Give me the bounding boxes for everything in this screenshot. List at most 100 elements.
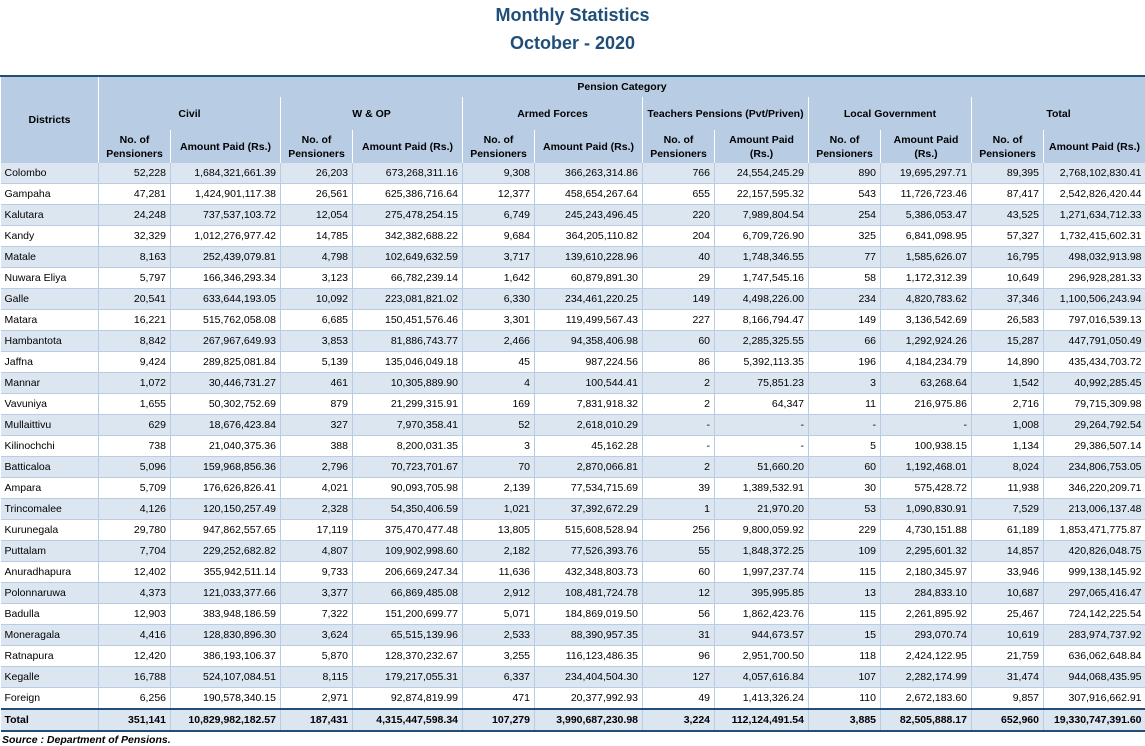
table-cell: 432,348,803.73 <box>535 562 643 583</box>
table-cell: 1,100,506,243.94 <box>1044 289 1145 310</box>
table-row: Colombo52,2281,684,321,661.3926,203673,2… <box>1 163 1145 184</box>
table-cell: - <box>643 415 715 436</box>
table-cell: 30,446,731.27 <box>171 373 281 394</box>
table-row: Kurunegala29,780947,862,557.6517,119375,… <box>1 520 1145 541</box>
table-cell: 252,439,079.81 <box>171 247 281 268</box>
table-cell: 66,869,485.08 <box>353 583 463 604</box>
table-cell: 121,033,377.66 <box>171 583 281 604</box>
table-cell: 7,831,918.32 <box>535 394 643 415</box>
table-cell: 120,150,257.49 <box>171 499 281 520</box>
table-row: Mannar1,07230,446,731.2746110,305,889.90… <box>1 373 1145 394</box>
table-cell: 229 <box>809 520 881 541</box>
subheader-pensioners: No. of Pensioners <box>99 130 171 163</box>
table-cell: 149 <box>643 289 715 310</box>
subheader-amount: Amount Paid (Rs.) <box>1044 130 1145 163</box>
table-cell: 49 <box>643 688 715 710</box>
district-name: Trincomalee <box>1 499 99 520</box>
table-row: Kandy32,3291,012,276,977.4214,785342,382… <box>1 226 1145 247</box>
table-cell: 9,684 <box>463 226 535 247</box>
table-cell: 283,974,737.92 <box>1044 625 1145 646</box>
table-cell: 4,373 <box>99 583 171 604</box>
subheader-amount: Amount Paid (Rs.) <box>881 130 972 163</box>
table-cell: 40,992,285.45 <box>1044 373 1145 394</box>
table-cell: 6,709,726.90 <box>715 226 809 247</box>
total-cell: 351,141 <box>99 709 171 731</box>
table-cell: 88,390,957.35 <box>535 625 643 646</box>
table-cell: 8,163 <box>99 247 171 268</box>
table-cell: 107 <box>809 667 881 688</box>
table-cell: 100,544.41 <box>535 373 643 394</box>
table-cell: 2,768,102,830.41 <box>1044 163 1145 184</box>
table-row: Anuradhapura12,402355,942,511.149,733206… <box>1 562 1145 583</box>
table-cell: 70 <box>463 457 535 478</box>
table-cell: 1,021 <box>463 499 535 520</box>
table-cell: 766 <box>643 163 715 184</box>
total-cell: 107,279 <box>463 709 535 731</box>
table-cell: 2,180,345.97 <box>881 562 972 583</box>
table-footer: Total 351,141 10,829,982,182.57 187,431 … <box>1 709 1145 731</box>
table-cell: 61,189 <box>972 520 1044 541</box>
subheader-amount: Amount Paid (Rs.) <box>535 130 643 163</box>
table-cell: 12,402 <box>99 562 171 583</box>
category-header-w-op: W & OP <box>281 97 463 130</box>
table-cell: 8,842 <box>99 331 171 352</box>
table-cell: 12,054 <box>281 205 353 226</box>
table-cell: 2,533 <box>463 625 535 646</box>
table-cell: 25,467 <box>972 604 1044 625</box>
table-row: Ampara5,709176,626,826.414,02190,093,705… <box>1 478 1145 499</box>
pension-statistics-table: Districts Pension Category Civil W & OP … <box>0 75 1145 732</box>
table-cell: 435,434,703.72 <box>1044 352 1145 373</box>
table-cell: 2,796 <box>281 457 353 478</box>
table-cell: 5,709 <box>99 478 171 499</box>
table-cell: 1,848,372.25 <box>715 541 809 562</box>
table-cell: 11 <box>809 394 881 415</box>
table-cell: 66 <box>809 331 881 352</box>
total-row: Total 351,141 10,829,982,182.57 187,431 … <box>1 709 1145 731</box>
pension-category-header: Pension Category <box>99 76 1145 97</box>
title-spacer <box>0 57 1145 75</box>
table-cell: 13 <box>809 583 881 604</box>
district-name: Gampaha <box>1 184 99 205</box>
table-cell: 10,619 <box>972 625 1044 646</box>
table-cell: 223,081,821.02 <box>353 289 463 310</box>
table-cell: 6,749 <box>463 205 535 226</box>
table-cell: 515,608,528.94 <box>535 520 643 541</box>
table-cell: 375,470,477.48 <box>353 520 463 541</box>
table-cell: 275,478,254.15 <box>353 205 463 226</box>
table-cell: 383,948,186.59 <box>171 604 281 625</box>
table-cell: 30 <box>809 478 881 499</box>
table-cell: 5 <box>809 436 881 457</box>
table-cell: 51,660.20 <box>715 457 809 478</box>
district-name: Anuradhapura <box>1 562 99 583</box>
table-cell: 58 <box>809 268 881 289</box>
table-cell: 3,853 <box>281 331 353 352</box>
table-cell: 108,481,724.78 <box>535 583 643 604</box>
table-cell: 29 <box>643 268 715 289</box>
table-cell: 1,172,312.39 <box>881 268 972 289</box>
table-cell: 1,862,423.76 <box>715 604 809 625</box>
table-cell: 3,717 <box>463 247 535 268</box>
table-cell: 355,942,511.14 <box>171 562 281 583</box>
table-row: Jaffna9,424289,825,081.845,139135,046,04… <box>1 352 1145 373</box>
subheader-pensioners: No. of Pensioners <box>643 130 715 163</box>
table-cell: - <box>643 436 715 457</box>
table-cell: 1,090,830.91 <box>881 499 972 520</box>
table-cell: 2 <box>643 457 715 478</box>
table-cell: 15 <box>809 625 881 646</box>
table-cell: 327 <box>281 415 353 436</box>
table-row: Matara16,221515,762,058.086,685150,451,5… <box>1 310 1145 331</box>
table-cell: 1,642 <box>463 268 535 289</box>
district-name: Kilinochchi <box>1 436 99 457</box>
table-cell: 40 <box>643 247 715 268</box>
district-name: Batticaloa <box>1 457 99 478</box>
table-cell: 81,886,743.77 <box>353 331 463 352</box>
table-cell: 9,424 <box>99 352 171 373</box>
table-cell: 179,217,055.31 <box>353 667 463 688</box>
table-cell: 9,733 <box>281 562 353 583</box>
table-cell: 33,946 <box>972 562 1044 583</box>
table-cell: 633,644,193.05 <box>171 289 281 310</box>
table-cell: 149 <box>809 310 881 331</box>
table-row: Kegalle16,788524,107,084.518,115179,217,… <box>1 667 1145 688</box>
table-cell: 56 <box>643 604 715 625</box>
table-cell: 7,970,358.41 <box>353 415 463 436</box>
